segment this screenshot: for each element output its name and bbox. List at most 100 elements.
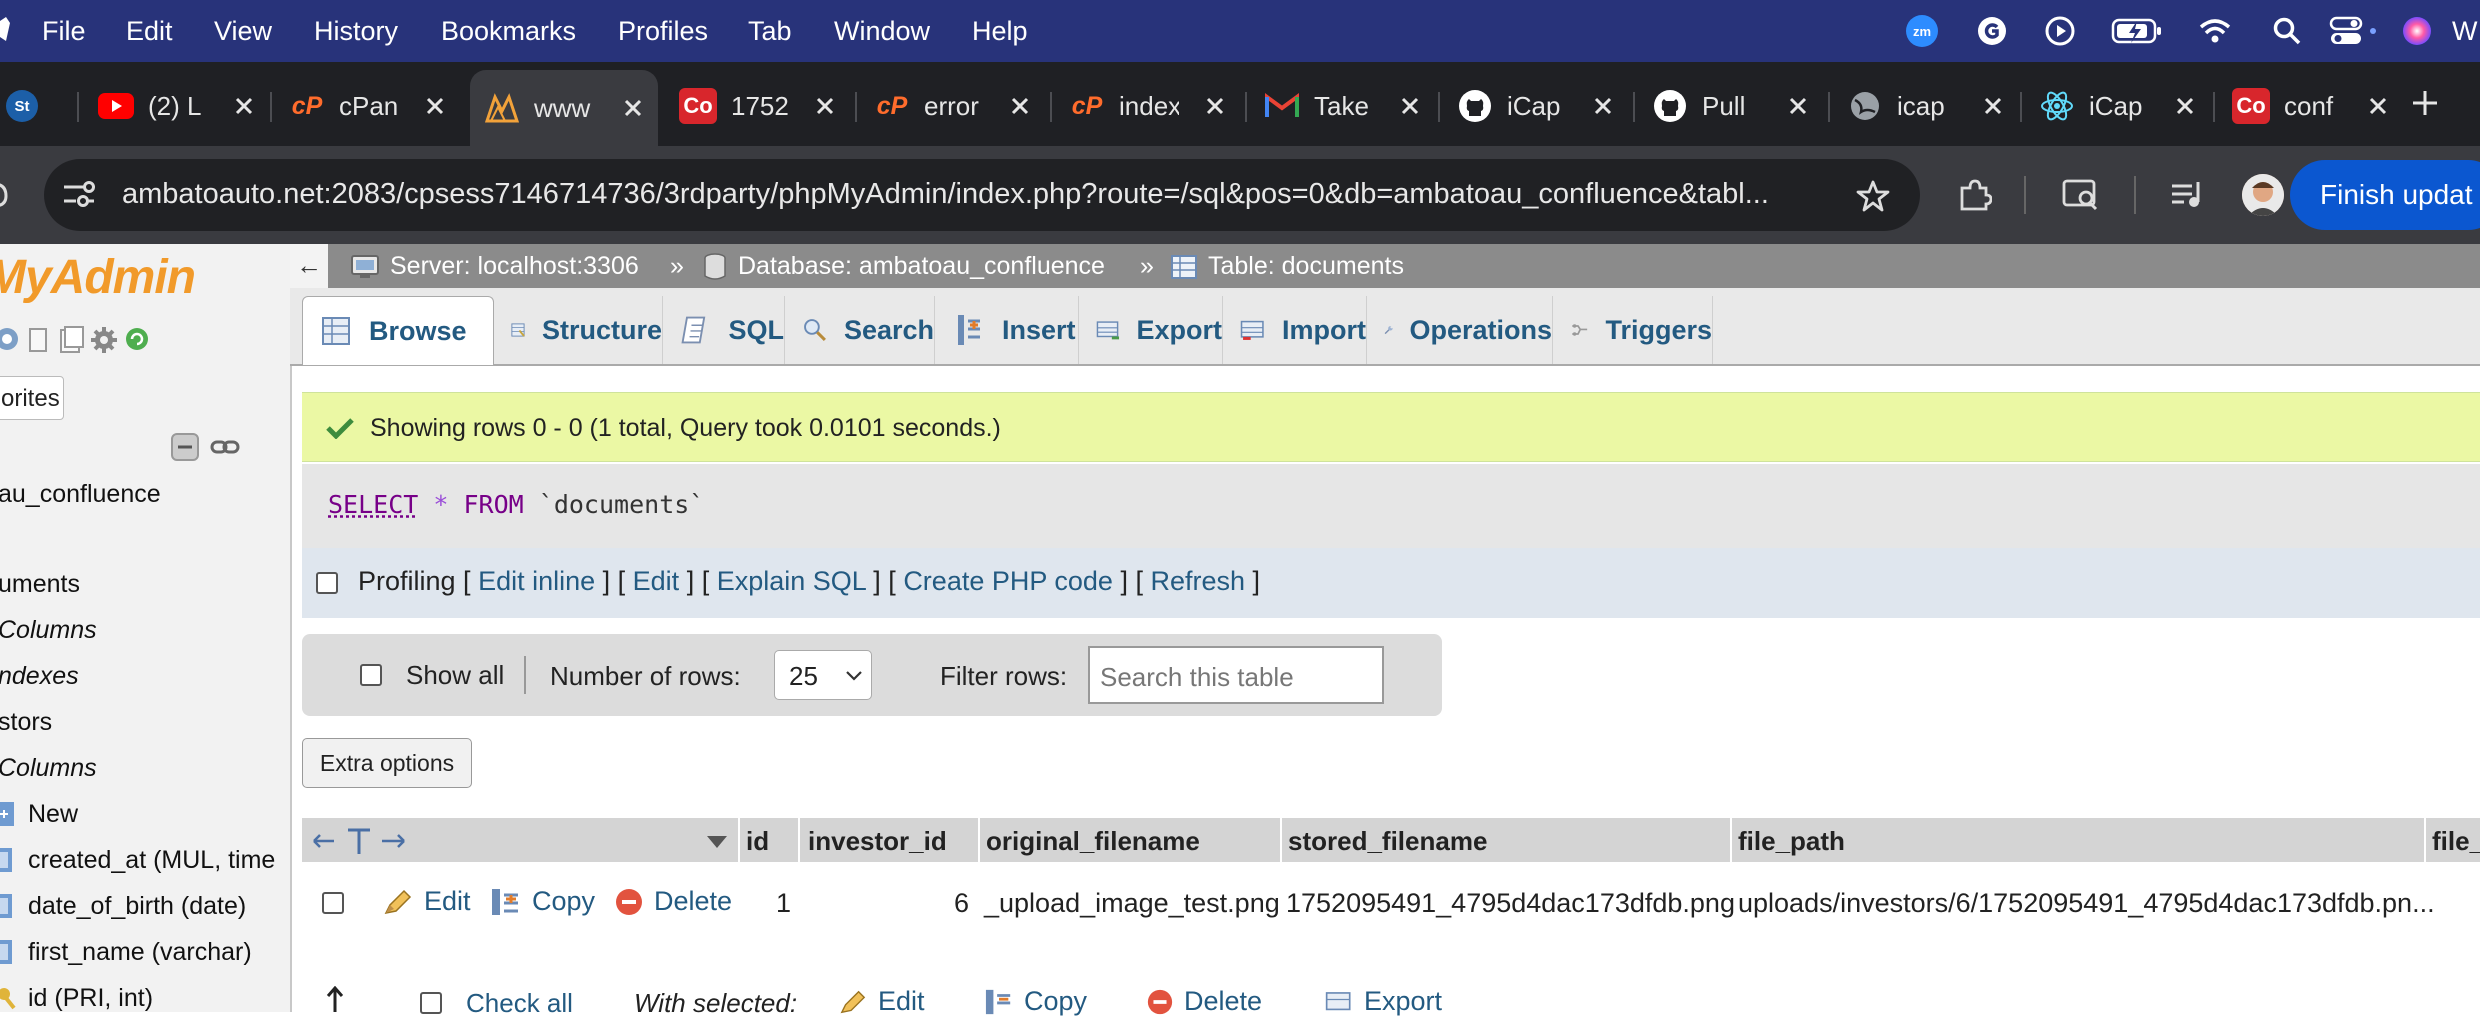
nav-tree-item[interactable]: Columns bbox=[0, 616, 97, 645]
tab-search-icon[interactable] bbox=[2062, 178, 2100, 212]
close-tab-icon[interactable] bbox=[424, 95, 446, 117]
profile-avatar[interactable] bbox=[2242, 174, 2284, 216]
tab-triggers[interactable]: Triggers bbox=[1554, 296, 1713, 364]
link-with-main-panel-icon[interactable] bbox=[210, 434, 240, 460]
tab-search[interactable]: Search bbox=[786, 296, 935, 364]
column-header-id[interactable]: id bbox=[746, 826, 769, 857]
nav-tree-item[interactable]: stors bbox=[0, 708, 52, 737]
menu-help[interactable]: Help bbox=[972, 15, 1028, 47]
zoom-icon[interactable]: zm bbox=[1905, 14, 1939, 48]
play-circle-icon[interactable] bbox=[2043, 14, 2077, 48]
column-header-original-filename[interactable]: original_filename bbox=[986, 826, 1200, 857]
column-header-file-path[interactable]: file_path bbox=[1738, 826, 1845, 857]
bulk-delete-button[interactable]: Delete bbox=[1146, 986, 1262, 1017]
browser-tab[interactable]: iCap bbox=[2025, 70, 2210, 142]
browser-tab[interactable]: Co 1752 bbox=[665, 70, 850, 142]
cell-original-filename[interactable]: _upload_image_test.png bbox=[984, 888, 1280, 919]
row-copy-link[interactable]: Copy bbox=[490, 886, 595, 917]
bookmark-star-icon[interactable] bbox=[1856, 179, 1890, 213]
bulk-edit-button[interactable]: Edit bbox=[838, 986, 925, 1017]
browser-tab[interactable]: cP index bbox=[1055, 70, 1240, 142]
create-php-code-link[interactable]: Create PHP code bbox=[903, 566, 1113, 596]
new-tab-plus-icon[interactable] bbox=[2410, 88, 2440, 118]
close-tab-icon[interactable] bbox=[1204, 95, 1226, 117]
apple-menu-edge[interactable] bbox=[0, 15, 10, 43]
cell-stored-filename[interactable]: 1752095491_4795d4dac173dfdb.png bbox=[1286, 888, 1735, 919]
nav-column-item[interactable]: id (PRI, int) bbox=[28, 984, 153, 1012]
logout-icon[interactable] bbox=[26, 326, 52, 354]
address-bar[interactable]: ambatoauto.net:2083/cpsess7146714736/3rd… bbox=[44, 159, 1920, 231]
browser-tab[interactable]: (2) L bbox=[84, 70, 269, 142]
cell-file-path[interactable]: uploads/investors/6/1752095491_4795d4dac… bbox=[1738, 888, 2435, 919]
tab-operations[interactable]: Operations bbox=[1368, 296, 1553, 364]
collapse-nav-arrow[interactable]: ← bbox=[290, 244, 328, 288]
nav-column-item[interactable]: created_at (MUL, time bbox=[28, 846, 275, 875]
close-tab-icon[interactable] bbox=[1982, 95, 2004, 117]
tab-import[interactable]: Import bbox=[1224, 296, 1367, 364]
profiling-checkbox[interactable] bbox=[316, 572, 338, 594]
close-tab-icon[interactable] bbox=[1787, 95, 1809, 117]
menu-edit[interactable]: Edit bbox=[126, 15, 173, 47]
menu-file[interactable]: File bbox=[42, 15, 86, 47]
reload-icon-edge[interactable] bbox=[0, 180, 10, 210]
breadcrumb-server[interactable]: Server: localhost:3306 bbox=[390, 252, 639, 281]
refresh-link[interactable]: Refresh bbox=[1150, 566, 1245, 596]
nav-column-item[interactable]: first_name (varchar) bbox=[28, 938, 252, 967]
menu-history[interactable]: History bbox=[314, 15, 398, 47]
spotlight-search-icon[interactable] bbox=[2270, 14, 2304, 48]
favorites-tab[interactable]: orites bbox=[0, 376, 64, 420]
media-controls-icon[interactable] bbox=[2170, 180, 2206, 210]
sort-options-triangle-icon[interactable] bbox=[706, 834, 728, 850]
grammarly-icon[interactable] bbox=[1975, 14, 2009, 48]
nav-tree-item[interactable]: Columns bbox=[0, 754, 97, 783]
explain-sql-link[interactable]: Explain SQL bbox=[717, 566, 866, 596]
column-header-file-truncated[interactable]: file_ bbox=[2432, 826, 2480, 857]
browser-tab[interactable]: Pull bbox=[1638, 70, 1823, 142]
url-text[interactable]: ambatoauto.net:2083/cpsess7146714736/3rd… bbox=[122, 178, 1872, 211]
close-tab-icon[interactable] bbox=[1592, 95, 1614, 117]
browser-tab[interactable]: Co conf bbox=[2218, 70, 2403, 142]
control-center-icon[interactable] bbox=[2328, 14, 2384, 48]
column-resize-arrows-icon[interactable] bbox=[312, 826, 406, 856]
filter-rows-input[interactable]: Search this table bbox=[1088, 646, 1384, 704]
column-header-investor-id[interactable]: investor_id bbox=[808, 826, 947, 857]
site-settings-icon[interactable] bbox=[62, 179, 96, 211]
extensions-puzzle-icon[interactable] bbox=[1958, 178, 1992, 212]
docs-icon[interactable] bbox=[58, 326, 84, 354]
siri-icon[interactable] bbox=[2400, 14, 2434, 48]
sql-keyword-select[interactable]: SELECT bbox=[328, 490, 418, 519]
cell-id[interactable]: 1 bbox=[776, 888, 791, 919]
close-tab-icon[interactable] bbox=[622, 97, 644, 119]
rows-per-page-select[interactable]: 25 bbox=[774, 650, 872, 700]
nav-new-column[interactable]: New bbox=[28, 800, 78, 829]
tab-structure[interactable]: Structure bbox=[494, 296, 663, 364]
row-delete-link[interactable]: Delete bbox=[614, 886, 732, 917]
bulk-export-button[interactable]: Export bbox=[1324, 986, 1442, 1017]
tab-sql[interactable]: SQL bbox=[664, 296, 785, 364]
browser-tab[interactable]: St bbox=[0, 70, 60, 142]
menu-view[interactable]: View bbox=[214, 15, 272, 47]
close-tab-icon[interactable] bbox=[2367, 95, 2389, 117]
row-checkbox[interactable] bbox=[322, 892, 344, 914]
tab-export[interactable]: Export bbox=[1080, 296, 1223, 364]
finish-update-button[interactable]: Finish updat bbox=[2290, 160, 2480, 230]
bulk-copy-button[interactable]: Copy bbox=[984, 986, 1087, 1017]
edit-inline-link[interactable]: Edit inline bbox=[478, 566, 595, 596]
close-tab-icon[interactable] bbox=[1009, 95, 1031, 117]
menu-window[interactable]: Window bbox=[834, 15, 930, 47]
nav-tree-item[interactable]: uments bbox=[0, 570, 80, 599]
edit-query-link[interactable]: Edit bbox=[633, 566, 680, 596]
browser-tab[interactable]: cP cPan bbox=[275, 70, 460, 142]
browser-tab[interactable]: icap bbox=[1833, 70, 2018, 142]
home-icon[interactable] bbox=[0, 326, 20, 352]
tab-insert[interactable]: Insert bbox=[936, 296, 1079, 364]
close-tab-icon[interactable] bbox=[814, 95, 836, 117]
browser-tab-active[interactable]: www bbox=[470, 70, 658, 146]
collapse-all-icon[interactable] bbox=[170, 432, 200, 462]
show-all-checkbox[interactable] bbox=[360, 664, 382, 686]
browser-tab[interactable]: iCap bbox=[1443, 70, 1628, 142]
phpmyadmin-logo[interactable]: MyAdmin bbox=[0, 250, 196, 305]
menu-bookmarks[interactable]: Bookmarks bbox=[441, 15, 576, 47]
extra-options-button[interactable]: Extra options bbox=[302, 738, 472, 788]
close-tab-icon[interactable] bbox=[233, 95, 255, 117]
